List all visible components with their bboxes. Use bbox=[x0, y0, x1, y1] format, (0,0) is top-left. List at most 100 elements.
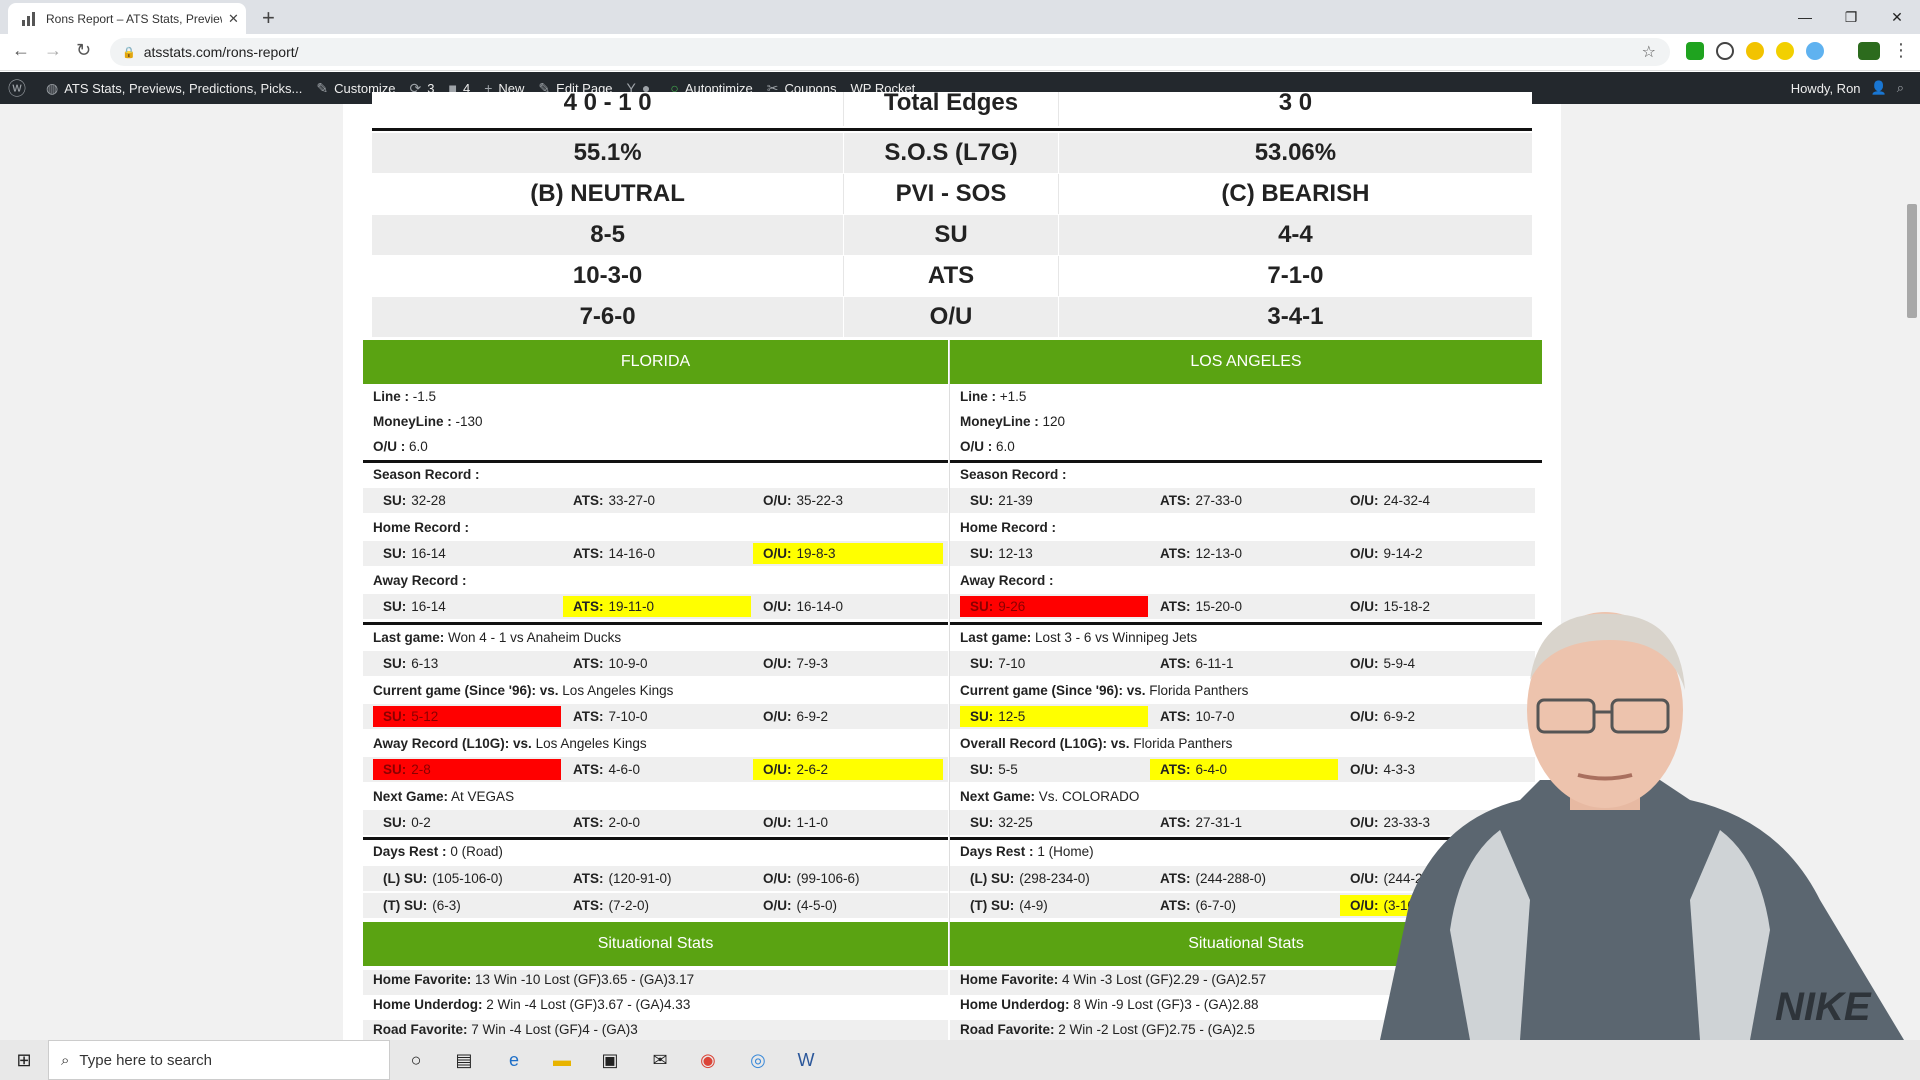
situational-row: Home Favorite: 13 Win -10 Lost (GF)3.65 … bbox=[373, 972, 694, 987]
situational-row: Home Underdog: 8 Win -9 Lost (GF)3 - (GA… bbox=[960, 997, 1259, 1012]
extension-cloud-icon[interactable] bbox=[1806, 42, 1824, 60]
browser-tab[interactable]: Rons Report – ATS Stats, Preview ✕ bbox=[8, 3, 246, 34]
home-label: Home Record : bbox=[960, 520, 1057, 535]
situational-row: Road Favorite: 7 Win -4 Lost (GF)4 - (GA… bbox=[373, 1022, 638, 1037]
next-game-record-su-value: 32-25 bbox=[998, 815, 1033, 830]
rest-t-record-ats-value: (6-7-0) bbox=[1195, 898, 1237, 913]
chrome-menu-icon[interactable]: ⋮ bbox=[1892, 40, 1910, 61]
extension-headphones-icon[interactable] bbox=[1716, 42, 1734, 60]
reload-icon[interactable]: ↻ bbox=[76, 40, 91, 61]
bookmark-star-icon[interactable]: ☆ bbox=[1642, 42, 1656, 62]
next-game-record-ats: ATS: 27-31-1 bbox=[1150, 812, 1338, 833]
last-game-record-ou-label: O/U: bbox=[763, 656, 792, 671]
wordpress-logo-icon[interactable]: ⓦ bbox=[8, 75, 32, 101]
task-view-icon[interactable]: ▤ bbox=[450, 1046, 478, 1074]
l10-label: Away Record (L10G): vs. bbox=[373, 736, 532, 751]
mail-icon[interactable]: ✉ bbox=[646, 1046, 674, 1074]
home-record-ats: ATS: 14-16-0 bbox=[563, 543, 751, 564]
away-record-su-label: SU: bbox=[970, 599, 994, 614]
wp-howdy[interactable]: Howdy, Ron bbox=[1791, 81, 1861, 96]
last-game-record-ats-label: ATS: bbox=[1160, 656, 1191, 671]
edge-icon[interactable]: e bbox=[500, 1046, 528, 1074]
tab-title: Rons Report – ATS Stats, Preview bbox=[46, 11, 222, 26]
season-record-ou-value: 35-22-3 bbox=[796, 493, 844, 508]
current-game-record-su-value: 12-5 bbox=[998, 709, 1026, 724]
team-header-1: LOS ANGELES bbox=[950, 340, 1542, 384]
current-game-label: Current game (Since '96): vs. bbox=[373, 683, 559, 698]
close-tab-icon[interactable]: ✕ bbox=[228, 11, 239, 27]
current-game-record-ats-label: ATS: bbox=[573, 709, 604, 724]
rest-l-record-su: (L) SU: (105-106-0) bbox=[373, 868, 561, 889]
rest-l-record-su-value: (298-234-0) bbox=[1019, 871, 1090, 886]
l10-game-record-ou: O/U: 2-6-2 bbox=[753, 759, 943, 780]
summary-mid: PVI - SOS bbox=[844, 174, 1059, 214]
search-icon[interactable]: ⌕ bbox=[1897, 80, 1904, 96]
chrome-icon[interactable]: ◉ bbox=[694, 1046, 722, 1074]
current-game-record-ou-value: 6-9-2 bbox=[796, 709, 829, 724]
season-record-ats-value: 33-27-0 bbox=[608, 493, 656, 508]
address-bar[interactable]: 🔒 atsstats.com/rons-report/ ☆ bbox=[110, 38, 1670, 66]
scrollbar-thumb[interactable] bbox=[1907, 204, 1917, 318]
extension-search-icon[interactable] bbox=[1776, 42, 1794, 60]
rest-l-record-su: (L) SU: (298-234-0) bbox=[960, 868, 1148, 889]
team-line: Line : +1.5 bbox=[960, 389, 1026, 404]
home-record-ou-label: O/U: bbox=[1350, 546, 1379, 561]
brush-icon: ✎ bbox=[316, 79, 329, 96]
next-game-label-value: Vs. COLORADO bbox=[1038, 789, 1140, 804]
store-icon[interactable]: ▣ bbox=[596, 1046, 624, 1074]
current-game-record-ats: ATS: 7-10-0 bbox=[563, 706, 751, 727]
file-explorer-icon[interactable]: ▬ bbox=[548, 1046, 576, 1074]
current-game-label-value: Florida Panthers bbox=[1149, 683, 1249, 698]
taskbar-search-box[interactable]: ⌕ Type here to search bbox=[48, 1040, 390, 1080]
away-record-ats-label: ATS: bbox=[573, 599, 604, 614]
moneyline-label: MoneyLine : bbox=[373, 414, 452, 429]
current-game-record-ats-value: 7-10-0 bbox=[608, 709, 648, 724]
next-game-record-su-value: 0-2 bbox=[411, 815, 431, 830]
rest-l-record-ats: ATS: (120-91-0) bbox=[563, 868, 751, 889]
situational-row: Home Favorite: 4 Win -3 Lost (GF)2.29 - … bbox=[960, 972, 1266, 987]
recorder-icon[interactable]: ◎ bbox=[744, 1046, 772, 1074]
rest-t-record-ats-label: ATS: bbox=[573, 898, 604, 913]
current-game-record-su-label: SU: bbox=[383, 709, 407, 724]
word-icon[interactable]: W bbox=[792, 1046, 820, 1074]
forward-icon[interactable]: → bbox=[44, 40, 62, 61]
profile-avatar[interactable] bbox=[1858, 42, 1880, 60]
current-game-record-ou-label: O/U: bbox=[763, 709, 792, 724]
extension-check-icon[interactable] bbox=[1686, 42, 1704, 60]
new-tab-icon[interactable]: + bbox=[262, 5, 275, 31]
l10-game-record-ou-value: 2-6-2 bbox=[796, 762, 829, 777]
user-avatar-icon[interactable]: 👤 bbox=[1871, 80, 1887, 96]
season-record-ou: O/U: 24-32-4 bbox=[1340, 490, 1530, 511]
summary-left: (B) NEUTRAL bbox=[372, 174, 845, 214]
home-record-ou-value: 9-14-2 bbox=[1383, 546, 1423, 561]
team-total: O/U : 6.0 bbox=[373, 439, 428, 454]
last-game-record-ats-value: 6-11-1 bbox=[1195, 656, 1234, 671]
close-window-icon[interactable]: ✕ bbox=[1874, 0, 1920, 34]
season-record-ats-label: ATS: bbox=[1160, 493, 1191, 508]
next-game-label: Next Game: bbox=[373, 789, 449, 804]
next-game-record-su-label: SU: bbox=[970, 815, 994, 830]
l10-game-record-su-value: 2-8 bbox=[411, 762, 431, 777]
column-separator bbox=[949, 340, 950, 966]
wp-site-name[interactable]: ◍ ATS Stats, Previews, Predictions, Picks… bbox=[46, 80, 302, 97]
season-record-ou-label: O/U: bbox=[763, 493, 792, 508]
page-scrollbar[interactable] bbox=[1904, 104, 1920, 1040]
back-icon[interactable]: ← bbox=[12, 40, 30, 61]
minimize-icon[interactable]: — bbox=[1782, 0, 1828, 34]
moneyline-label: MoneyLine : bbox=[960, 414, 1039, 429]
current-game-record-su-value: 5-12 bbox=[411, 709, 439, 724]
summary-row-su: 8-5 SU 4-4 bbox=[372, 215, 1532, 255]
cortana-icon[interactable]: ○ bbox=[402, 1046, 430, 1074]
l10-game-record-ats-label: ATS: bbox=[1160, 762, 1191, 777]
next-game-record-ou-label: O/U: bbox=[763, 815, 792, 830]
days-rest: Days Rest : 1 (Home) bbox=[960, 844, 1094, 859]
extension-honey-icon[interactable] bbox=[1746, 42, 1764, 60]
summary-right: 3-4-1 bbox=[1267, 303, 1324, 330]
lock-icon: 🔒 bbox=[122, 46, 136, 59]
summary-left: 8-5 bbox=[372, 215, 845, 255]
summary-left: 55.1% bbox=[372, 133, 845, 173]
restore-icon[interactable]: ❐ bbox=[1828, 0, 1874, 34]
rest-l-record-ats-label: ATS: bbox=[573, 871, 604, 886]
windows-start-icon[interactable]: ⊞ bbox=[10, 1046, 38, 1074]
l10-label-value: Los Angeles Kings bbox=[535, 736, 647, 751]
